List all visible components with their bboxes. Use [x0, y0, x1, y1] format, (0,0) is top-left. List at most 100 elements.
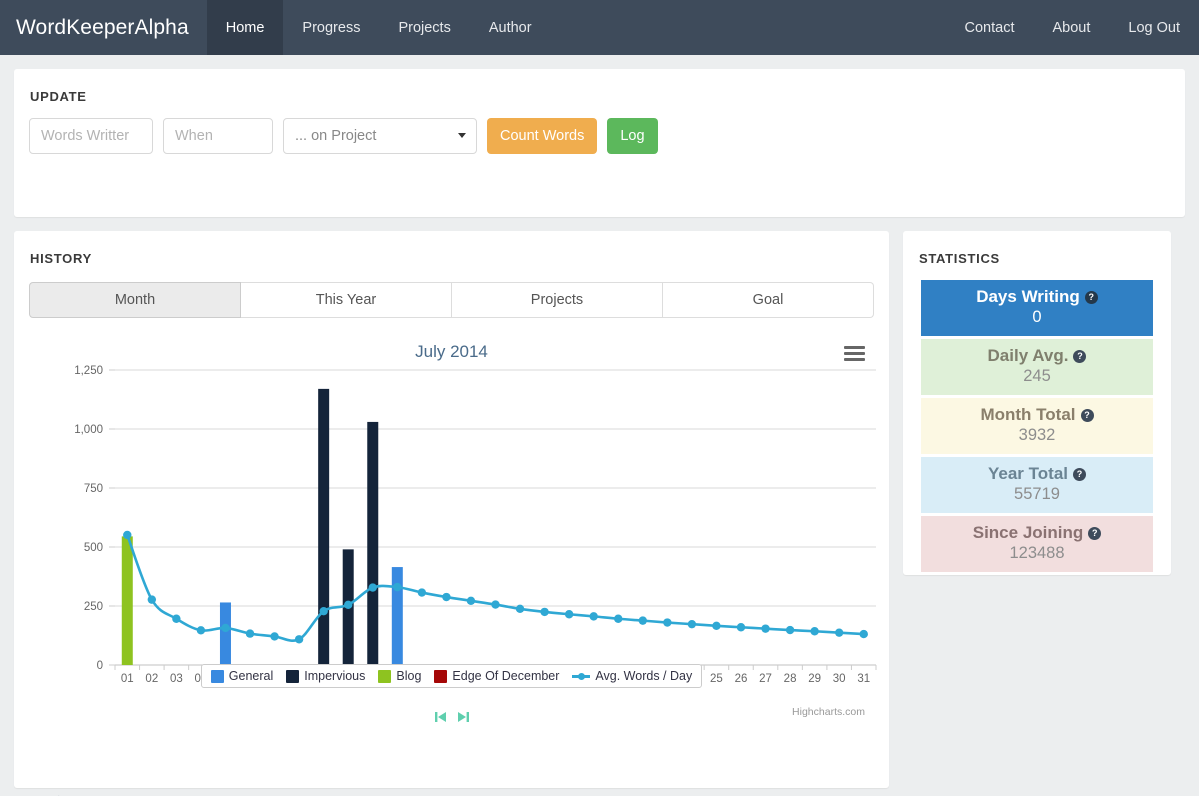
statistics-list: Days Writing? 0 Daily Avg.? 245 Month Total?…	[903, 266, 1171, 572]
statistics-panel: STATISTICS Days Writing? 0 Daily Avg.? 245 M…	[903, 231, 1171, 575]
chart-line-point[interactable]	[417, 588, 427, 597]
skip-next-icon[interactable]	[455, 709, 471, 725]
chart-bar[interactable]	[318, 388, 330, 665]
stat-card: Days Writing? 0	[921, 280, 1153, 336]
legend-item[interactable]: Avg. Words / Day	[572, 669, 692, 683]
page-body: UPDATE ... on Project Count Words Log HI…	[0, 55, 1199, 796]
chart-bar[interactable]	[121, 536, 133, 665]
statistics-panel-title: STATISTICS	[919, 251, 1000, 266]
chart-line-point[interactable]	[147, 595, 157, 604]
legend-item[interactable]: General	[210, 669, 273, 683]
log-button[interactable]: Log	[607, 118, 658, 154]
chart-line-point[interactable]	[736, 623, 746, 632]
chart-line-point[interactable]	[638, 616, 647, 625]
chart-line-point[interactable]	[834, 628, 844, 637]
legend-item[interactable]: Edge Of December	[434, 669, 559, 683]
y-axis-tick-label: 500	[84, 542, 103, 554]
stat-value: 55719	[1014, 485, 1060, 503]
chart-line-point[interactable]	[368, 583, 377, 592]
legend-swatch	[434, 669, 448, 683]
help-icon[interactable]: ?	[1073, 467, 1086, 481]
legend-label: Edge Of December	[452, 669, 560, 683]
stat-label-row: Year Total?	[921, 464, 1153, 484]
legend-item[interactable]: Impervious	[286, 669, 365, 683]
help-icon[interactable]: ?	[1088, 526, 1102, 540]
nav-item-author[interactable]: Author	[470, 0, 551, 55]
chart-line-point[interactable]	[589, 612, 598, 621]
history-panel-title: HISTORY	[30, 251, 92, 266]
chart-line	[125, 533, 866, 643]
nav-item-about[interactable]: About	[1034, 0, 1110, 55]
stat-label: Month Total	[980, 405, 1076, 424]
chart-line-point[interactable]	[614, 614, 623, 623]
chart-line-point[interactable]	[270, 632, 279, 641]
tab-projects[interactable]: Projects	[452, 282, 663, 318]
stat-value: 3932	[1018, 426, 1056, 444]
chart-plot: 02505007501,0001,25001020304050607080910…	[74, 365, 877, 685]
tab-this-year[interactable]: This Year	[241, 282, 452, 318]
chart-line-point[interactable]	[491, 600, 500, 609]
primary-nav: Home Progress Projects Author	[206, 0, 551, 55]
stat-label: Since Joining	[972, 523, 1084, 542]
chart-line-point[interactable]	[687, 619, 697, 629]
chart-line-point[interactable]	[540, 607, 549, 617]
help-icon[interactable]: ?	[1084, 290, 1098, 304]
chart-bar[interactable]	[219, 602, 231, 665]
chart-pager	[14, 709, 889, 725]
chart-line-point[interactable]	[442, 592, 451, 602]
chart-line-point[interactable]	[294, 635, 304, 644]
chart-line-point[interactable]	[712, 621, 721, 631]
stat-label-row: Daily Avg.?	[921, 346, 1153, 366]
words-written-input[interactable]	[29, 118, 153, 154]
stat-label-row: Month Total?	[921, 405, 1153, 425]
legend-label: Avg. Words / Day	[595, 669, 693, 683]
chart-line-point[interactable]	[564, 610, 574, 619]
chart-line-point[interactable]	[172, 614, 181, 623]
chart-bar[interactable]	[367, 421, 379, 665]
chart-line-point[interactable]	[761, 624, 770, 633]
chart-bar[interactable]	[391, 567, 403, 665]
y-axis-tick-label: 250	[84, 601, 103, 613]
nav-item-progress[interactable]: Progress	[283, 0, 379, 55]
project-select[interactable]: ... on Project	[283, 118, 477, 154]
chart-line-point[interactable]	[344, 600, 353, 610]
chart-line-point[interactable]	[245, 629, 255, 638]
nav-item-home[interactable]: Home	[206, 0, 284, 55]
tab-goal[interactable]: Goal	[663, 282, 874, 318]
when-input[interactable]	[163, 118, 273, 154]
stat-label: Year Total	[988, 464, 1068, 483]
chart-line-point[interactable]	[785, 625, 795, 635]
help-icon[interactable]: ?	[1073, 349, 1087, 363]
chart-line-point[interactable]	[196, 626, 206, 635]
stat-card: Since Joining? 123488	[921, 516, 1153, 572]
tab-month[interactable]: Month	[29, 282, 241, 318]
nav-item-contact[interactable]: Contact	[946, 0, 1034, 55]
legend-swatch	[210, 669, 224, 683]
chart-line-point[interactable]	[393, 582, 402, 592]
chart-line-point[interactable]	[663, 618, 672, 627]
update-panel: UPDATE ... on Project Count Words Log	[14, 69, 1185, 217]
stat-card: Daily Avg.? 245	[921, 339, 1153, 395]
chart-line-point[interactable]	[810, 627, 819, 636]
nav-item-logout[interactable]: Log Out	[1109, 0, 1199, 55]
hamburger-icon[interactable]	[844, 346, 865, 364]
legend-item[interactable]: Blog	[378, 669, 421, 683]
y-axis-tick-label: 1,250	[74, 365, 103, 377]
chart-line-point[interactable]	[515, 604, 525, 614]
chart-line-point[interactable]	[859, 629, 868, 639]
help-icon[interactable]: ?	[1080, 408, 1094, 422]
chart-line-point[interactable]	[221, 623, 230, 633]
stat-card: Month Total? 3932	[921, 398, 1153, 454]
chart-line-point[interactable]	[123, 530, 132, 540]
chart-area: July 2014 Words 02505007501,0001,2500102…	[14, 334, 889, 796]
brand-logo[interactable]: WordKeeperAlpha	[0, 0, 207, 55]
chart-line-point[interactable]	[466, 596, 476, 606]
chart-legend: General Impervious Blog Edge Of December Avg…	[14, 664, 889, 688]
legend-box: General Impervious Blog Edge Of December Avg…	[200, 664, 703, 688]
nav-item-projects[interactable]: Projects	[379, 0, 469, 55]
content-row: HISTORY Month This Year Projects Goal Ju…	[14, 231, 1185, 796]
skip-previous-icon[interactable]	[433, 709, 449, 725]
count-words-button[interactable]: Count Words	[487, 118, 598, 154]
history-panel: HISTORY Month This Year Projects Goal Ju…	[14, 231, 889, 796]
chart-line-point[interactable]	[319, 606, 328, 616]
